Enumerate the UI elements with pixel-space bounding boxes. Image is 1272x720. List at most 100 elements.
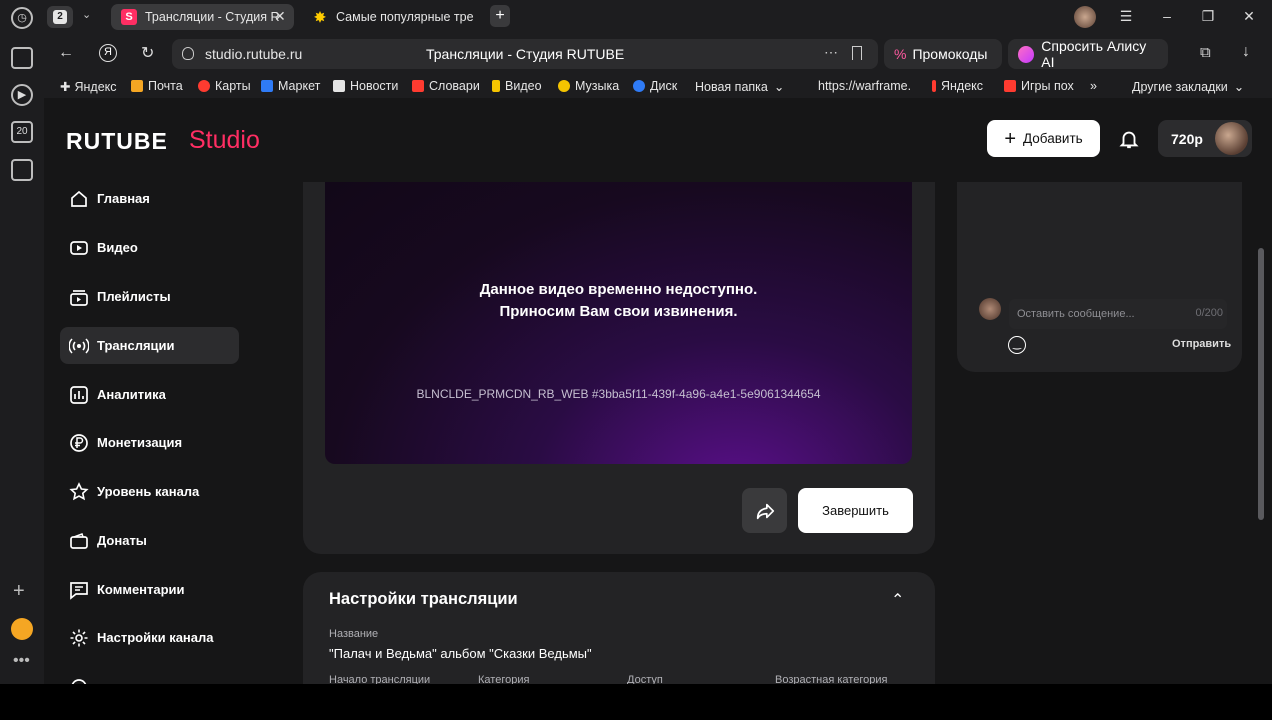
profile-avatar[interactable] [1074, 6, 1096, 28]
sidebar-item-monetization[interactable]: Монетизация [60, 424, 239, 461]
back-icon[interactable]: ← [58, 44, 74, 62]
bookmark-item[interactable]: Новости [333, 79, 398, 93]
bookmark-item[interactable]: Диск [633, 79, 677, 93]
music-favicon-icon: ✸ [314, 8, 326, 25]
tab-bar: 2 ⌄ S Трансляции - Студия R ✕ ✸ Самые по… [44, 0, 1272, 34]
sidebar-item-analytics[interactable]: Аналитика [60, 376, 239, 413]
chart-icon [70, 385, 88, 404]
sidebar-item-donations[interactable]: Донаты [60, 522, 239, 559]
chat-counter: 0/200 [1195, 307, 1223, 319]
more-icon[interactable]: ••• [13, 652, 30, 670]
add-panel-icon[interactable]: + [13, 580, 25, 603]
other-bookmarks[interactable]: Другие закладки ⌄ [1132, 79, 1244, 95]
apology-message: Приносим Вам свои извинения. [499, 303, 738, 320]
url-field[interactable]: studio.rutube.ru Трансляции - Студия RUT… [172, 39, 878, 69]
avatar [1215, 122, 1248, 155]
sidebar-item-broadcasts[interactable]: Трансляции [60, 327, 239, 364]
logo-rutube[interactable]: RUTUBE [66, 128, 168, 155]
error-code: BLNCLDE_PRMCDN_RB_WEB #3bba5f11-439f-4a9… [416, 387, 821, 401]
bookmark-item[interactable]: Почта [131, 79, 183, 93]
shield-icon [182, 47, 194, 60]
sidebar-item-home[interactable]: Главная [60, 180, 239, 217]
tab-counter[interactable]: 2 [47, 6, 73, 28]
bookmark-icon[interactable] [852, 46, 862, 60]
access-label: Доступ [627, 674, 663, 684]
bookmark-item[interactable]: Словари [412, 79, 480, 93]
send-button[interactable]: Отправить [1172, 338, 1231, 350]
minimize-icon[interactable]: – [1158, 8, 1176, 24]
emoji-icon[interactable]: ‿ [1008, 336, 1026, 354]
studio-header: RUTUBE Studio + Добавить 720p [44, 98, 1272, 182]
sidebar-item-channel-level[interactable]: Уровень канала [60, 473, 239, 510]
badge-icon[interactable]: 20 [11, 121, 33, 143]
browser-sidebar: ◷ ▶ 20 + ••• [0, 0, 44, 684]
rutube-favicon-icon: S [121, 9, 137, 25]
sidebar-item-partial[interactable] [60, 668, 239, 684]
settings-title: Настройки трансляции [329, 590, 518, 608]
download-icon[interactable]: ↓ [1242, 43, 1250, 61]
chat-panel: Оставить сообщение... 0/200 ‿ Отправить [957, 182, 1242, 372]
tab-music[interactable]: ✸ Самые популярные треки [302, 4, 474, 30]
share-icon [756, 503, 774, 519]
bookmarks-bar: ✚ Яндекс Почта Карты Маркет Новости Слова… [44, 74, 1272, 98]
alice-button[interactable]: Спросить Алису AI [1008, 38, 1168, 70]
yandex-icon[interactable]: Я [99, 44, 117, 62]
bell-icon[interactable] [1118, 128, 1140, 150]
gear-icon [70, 629, 88, 646]
more-bookmarks-icon[interactable]: » [1090, 79, 1097, 93]
bookmark-item[interactable]: https://warframe. [818, 79, 911, 93]
partial-icon [71, 678, 87, 684]
promo-button[interactable]: % Промокоды [884, 39, 1002, 69]
extensions-icon[interactable]: ⧉ [1200, 44, 1211, 61]
add-button[interactable]: + Добавить [987, 120, 1100, 157]
tab-label: Самые популярные треки [336, 10, 474, 24]
sidebar-item-video[interactable]: Видео [60, 229, 239, 266]
name-label: Название [329, 628, 379, 640]
sidebar-item-channel-settings[interactable]: Настройки канала [60, 619, 239, 656]
sidebar-item-comments[interactable]: Комментарии [60, 571, 239, 608]
menu-icon[interactable]: ☰ [1117, 8, 1135, 25]
close-tab-icon[interactable]: ✕ [274, 8, 286, 25]
quality-label: 720p [1171, 130, 1203, 147]
category-label: Категория [478, 674, 530, 684]
bookmark-item[interactable]: Карты [198, 79, 251, 93]
bookmark-folder[interactable]: Новая папка ⌄ [695, 79, 784, 95]
close-window-icon[interactable]: ✕ [1240, 8, 1258, 25]
comment-icon [70, 581, 88, 600]
bookmark-item[interactable]: Музыка [558, 79, 619, 93]
tab-label: Трансляции - Студия R [145, 10, 280, 24]
bookmark-item[interactable]: ✚ Яндекс [60, 79, 117, 95]
chevron-down-icon[interactable]: ⌄ [82, 8, 91, 21]
end-broadcast-button[interactable]: Завершить [798, 488, 913, 533]
bookmark-item[interactable]: Видео [492, 79, 542, 93]
chevron-up-icon[interactable]: ⌃ [891, 590, 904, 610]
bookmark-item[interactable]: Игры пох [1004, 79, 1074, 93]
history-icon[interactable]: ◷ [11, 7, 33, 29]
collections-icon[interactable] [11, 47, 33, 69]
screenshot-icon[interactable] [11, 159, 33, 181]
video-player[interactable]: Данное видео временно недоступно. Принос… [325, 182, 912, 464]
bookmark-item[interactable]: Маркет [261, 79, 320, 93]
wallet-icon [70, 532, 88, 549]
logo-studio[interactable]: Studio [189, 126, 260, 155]
mail-app-icon[interactable] [11, 618, 33, 640]
star-icon [69, 481, 89, 500]
new-tab-button[interactable]: + [490, 5, 510, 27]
reload-icon[interactable]: ↻ [141, 43, 154, 63]
black-bar [0, 684, 1272, 720]
percent-icon: % [894, 46, 907, 62]
ruble-icon [70, 433, 88, 452]
chat-message-input[interactable]: Оставить сообщение... 0/200 [1009, 299, 1227, 329]
broadcast-settings-card: Настройки трансляции ⌃ Название "Палач и… [303, 572, 935, 684]
tab-studio[interactable]: S Трансляции - Студия R [111, 4, 294, 30]
account-menu[interactable]: 720p [1158, 120, 1252, 157]
more-dots-icon[interactable]: ⋯ [824, 44, 838, 61]
chat-placeholder: Оставить сообщение... [1017, 308, 1135, 320]
bookmark-item[interactable]: Яндекс [932, 79, 983, 93]
sidebar-item-playlists[interactable]: Плейлисты [60, 278, 239, 315]
restore-icon[interactable]: ❐ [1199, 8, 1217, 25]
scrollbar[interactable] [1258, 248, 1264, 520]
play-icon[interactable]: ▶ [11, 84, 33, 106]
share-button[interactable] [742, 488, 787, 533]
video-icon [70, 240, 88, 255]
